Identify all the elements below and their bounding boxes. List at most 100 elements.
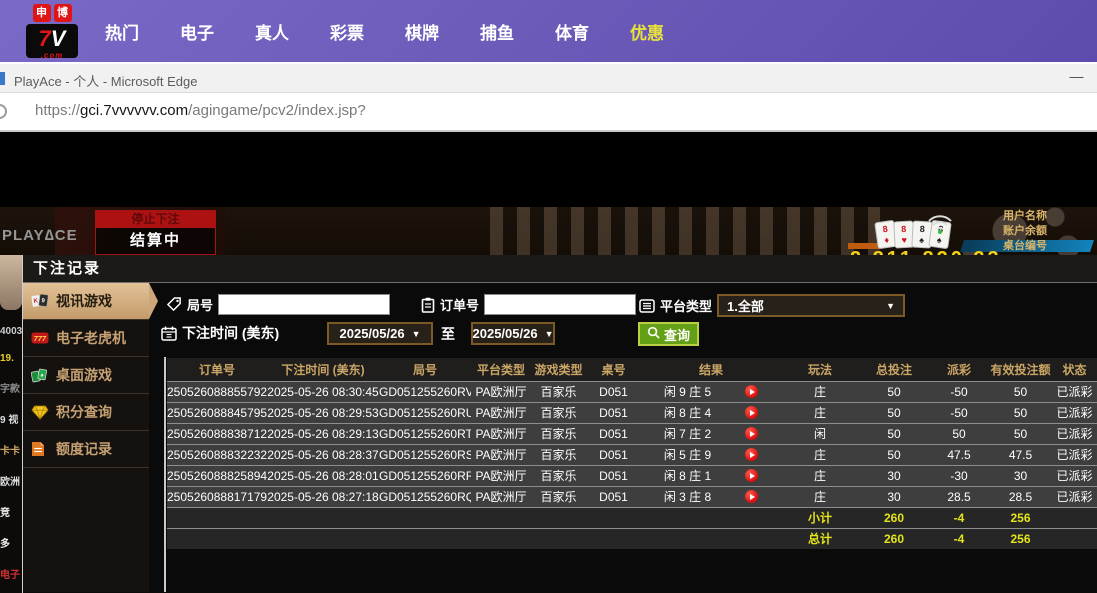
total-row: 总计260-4256	[167, 528, 1097, 549]
game-type-cell: 百家乐	[531, 465, 586, 486]
order-input[interactable]	[484, 294, 636, 315]
bet-time-filter: 下注时间 (美东)	[161, 323, 279, 343]
date-to-select[interactable]: 2025/05/26▼	[471, 322, 555, 345]
play-video-button[interactable]	[745, 448, 758, 461]
nav-item-体育[interactable]: 体育	[555, 19, 589, 44]
subtotal-valid: 256	[989, 507, 1052, 528]
table-number-cell: D051	[586, 444, 641, 465]
platform-cell: PA欧洲厅	[471, 486, 531, 507]
table-row: 2505260888457952025-05-26 08:29:53GD0512…	[167, 402, 1097, 423]
search-button[interactable]: 查询	[638, 322, 699, 346]
play-video-button[interactable]	[745, 490, 758, 503]
nav-item-真人[interactable]: 真人	[255, 19, 289, 44]
site-nav: 申 博 7V .com 热门 电子 真人 彩票 棋牌 捕鱼 体育 优惠	[0, 0, 1097, 62]
total-bet-cell: 50	[859, 423, 929, 444]
total-payout: -4	[929, 528, 989, 549]
round-input[interactable]	[218, 294, 390, 315]
empty-cell	[471, 507, 531, 528]
round-id-cell: GD051255260RV	[379, 381, 471, 402]
payout-cell: -50	[929, 381, 989, 402]
play-video-button[interactable]	[745, 427, 758, 440]
total-valid: 256	[989, 528, 1052, 549]
round-filter: 局号	[167, 294, 390, 315]
nav-item-电子[interactable]: 电子	[180, 19, 214, 44]
game-type-cell: 百家乐	[531, 444, 586, 465]
nav-item-捕鱼[interactable]: 捕鱼	[480, 19, 514, 44]
logo-badge-2: 博	[54, 4, 72, 22]
browser-urlbar[interactable]: https://gci.7vvvvvv.com/agingame/pcv2/in…	[0, 93, 1097, 132]
nav-item-优惠[interactable]: 优惠	[630, 19, 664, 44]
site-logo[interactable]: 申 博 7V .com	[20, 4, 84, 58]
game-type-cell: 百家乐	[531, 381, 586, 402]
status-cell: 已派彩	[1052, 444, 1097, 465]
account-label: 桌台编号	[1003, 239, 1047, 254]
table-row: 2505260888171792025-05-26 08:27:18GD0512…	[167, 486, 1097, 507]
subtotal-payout: -4	[929, 507, 989, 528]
sidebar-item-视讯游戏[interactable]: K9视讯游戏	[23, 283, 149, 320]
play-video-button[interactable]	[745, 385, 758, 398]
casino-banner: PLAY∆CE 停止下注 结算中 8♦8♥8♠8♠ 2,811,820.23 用…	[0, 207, 1097, 255]
main-area: 400319.字款9 视卡卡欧洲竞多电子 下注记录 K9视讯游戏777电子老虎机…	[0, 255, 1097, 593]
svg-text:777: 777	[34, 334, 47, 343]
platform-select[interactable]: 1.全部 ▼	[717, 294, 905, 317]
platform-cell: PA欧洲厅	[471, 444, 531, 465]
avatar	[0, 255, 22, 310]
order-label: 订单号	[440, 295, 479, 314]
table-number-cell: D051	[586, 423, 641, 444]
cards-icon: K9	[31, 293, 49, 309]
tab-favicon	[0, 72, 5, 85]
nav-item-棋牌[interactable]: 棋牌	[405, 19, 439, 44]
nav-item-热门[interactable]: 热门	[105, 19, 139, 44]
empty-cell	[267, 507, 379, 528]
chevron-down-icon: ▼	[412, 329, 421, 339]
payout-cell: 47.5	[929, 444, 989, 465]
address-url[interactable]: https://gci.7vvvvvv.com/agingame/pcv2/in…	[35, 102, 366, 119]
table-header-cell: 局号	[379, 358, 471, 381]
result-text: 闲 8 庄 4	[664, 404, 711, 421]
result-text: 闲 3 庄 8	[664, 488, 711, 505]
round-id-cell: GD051255260RR	[379, 465, 471, 486]
play-type-cell: 庄	[781, 402, 859, 423]
empty-cell	[1052, 528, 1097, 549]
background-bleed-column: 400319.字款9 视卡卡欧洲竞多电子	[0, 255, 22, 593]
result-cell: 闲 3 庄 8	[641, 486, 781, 507]
chevron-down-icon: ▼	[545, 329, 554, 339]
logo-7v: 7V .com	[26, 24, 78, 58]
game-type-cell: 百家乐	[531, 486, 586, 507]
play-video-button[interactable]	[745, 406, 758, 419]
sidebar-item-积分查询[interactable]: 积分查询	[23, 394, 149, 431]
banner-stripes	[490, 207, 880, 255]
site-info-icon[interactable]	[0, 104, 7, 119]
valid-bet-cell: 30	[989, 465, 1052, 486]
play-video-button[interactable]	[745, 469, 758, 482]
empty-cell	[531, 528, 586, 549]
total-bet-cell: 50	[859, 402, 929, 423]
bet-time-cell: 2025-05-26 08:30:45	[267, 381, 379, 402]
background-fragment: 竞	[0, 504, 22, 519]
background-fragment: 欧洲	[0, 473, 22, 488]
background-fragment: 9 视	[0, 411, 22, 426]
sidebar-item-桌面游戏[interactable]: ♠桌面游戏	[23, 357, 149, 394]
table-row: 2505260888387122025-05-26 08:29:13GD0512…	[167, 423, 1097, 444]
empty-cell	[167, 528, 267, 549]
background-fragment: 多	[0, 535, 22, 550]
screen: 申 博 7V .com 热门 电子 真人 彩票 棋牌 捕鱼 体育 优惠 PlayAce - 个…	[0, 0, 1097, 593]
window-title: PlayAce - 个人 - Microsoft Edge	[14, 71, 198, 90]
site-nav-items: 热门 电子 真人 彩票 棋牌 捕鱼 体育 优惠	[0, 19, 664, 44]
playace-brand: PLAY∆CE	[2, 227, 78, 244]
background-fragment: 4003	[0, 326, 22, 337]
date-from-select[interactable]: 2025/05/26▼	[327, 322, 433, 345]
table-left-border	[164, 357, 166, 592]
panel-title: 下注记录	[23, 255, 1097, 283]
account-label: 用户名称	[1003, 209, 1047, 224]
background-fragment: 字款	[0, 380, 22, 395]
sidebar-item-额度记录[interactable]: 额度记录	[23, 431, 149, 468]
play-type-cell: 闲	[781, 423, 859, 444]
minimize-button[interactable]: —	[1069, 70, 1084, 85]
nav-item-彩票[interactable]: 彩票	[330, 19, 364, 44]
page-black-band	[0, 132, 1097, 207]
subtotal-bet: 260	[859, 507, 929, 528]
empty-cell	[641, 507, 781, 528]
sidebar-item-电子老虎机[interactable]: 777电子老虎机	[23, 320, 149, 357]
account-label: 账户余额	[1003, 224, 1047, 239]
